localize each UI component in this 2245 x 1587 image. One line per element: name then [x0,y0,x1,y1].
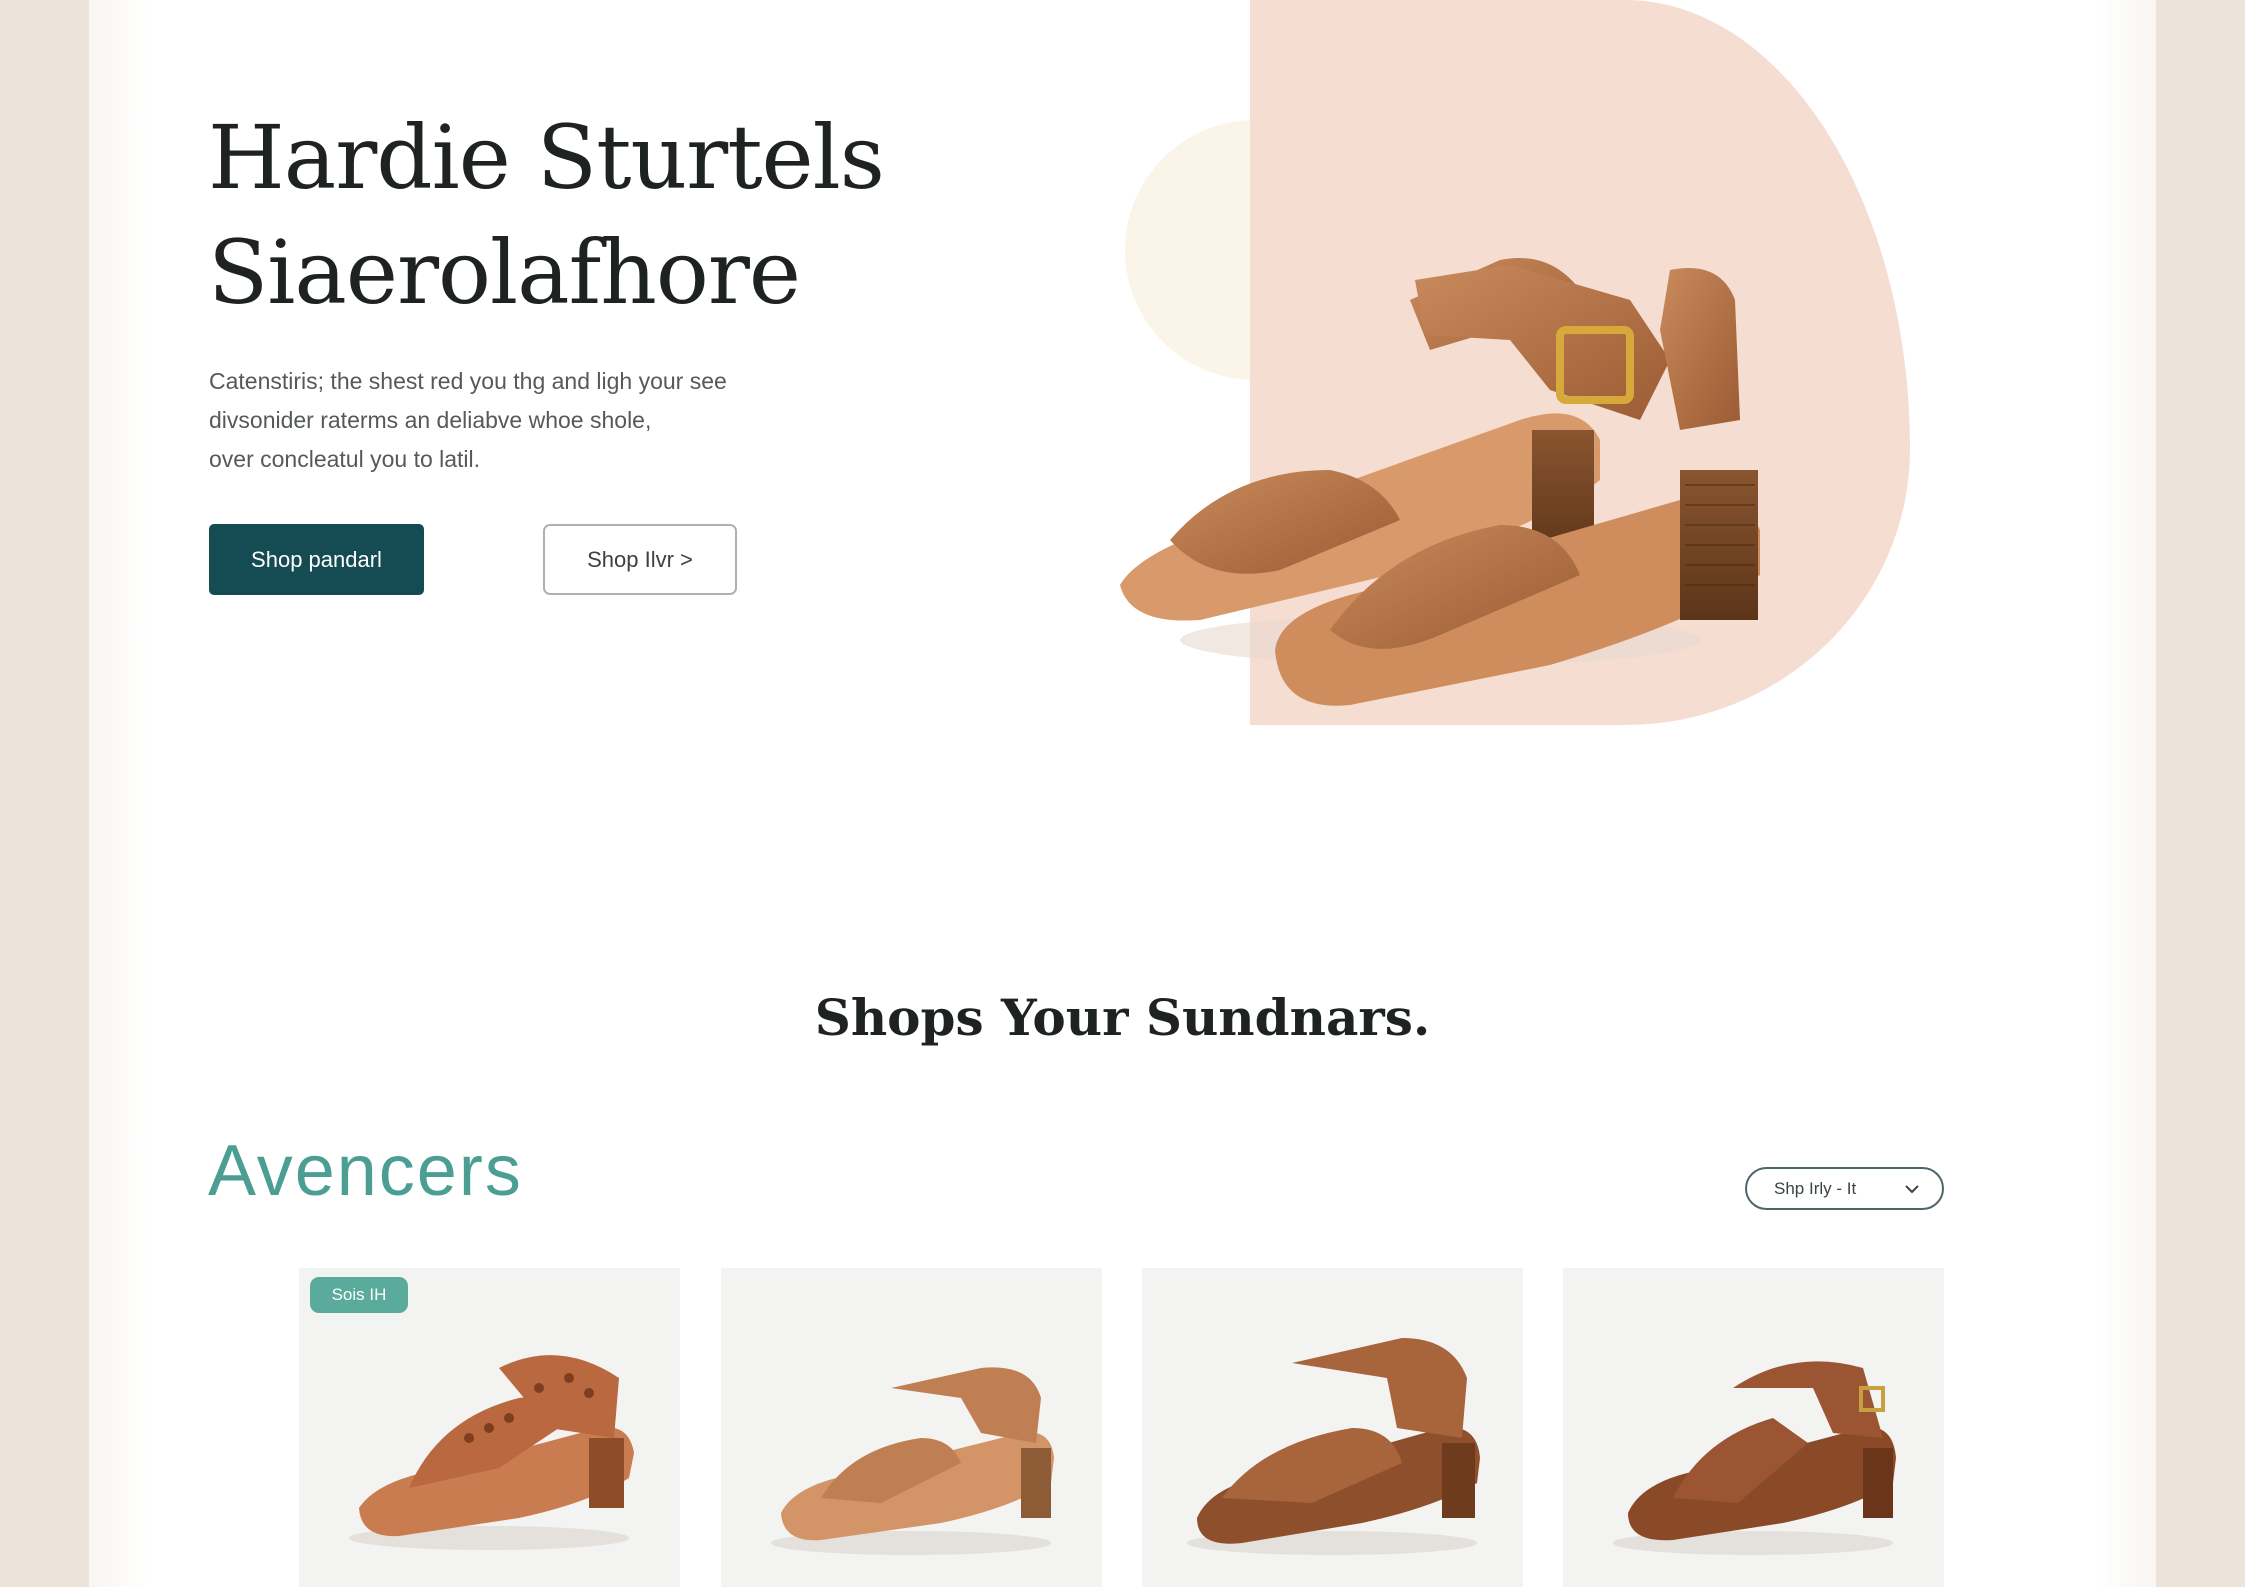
sort-dropdown[interactable]: Shp Irly - It [1745,1167,1944,1210]
page-edge-shadow-left [89,0,149,1587]
hero-title: Hardie Sturtels Siaerolafhore [208,100,885,330]
hero-description-line-2: divsonider raterms an deliabve whoe shol… [209,407,652,433]
product-badge: Sois IH [310,1277,408,1313]
hero-description-line-3: over concleatul you to latil. [209,446,481,472]
hero-image [1080,0,2040,780]
shop-primary-button[interactable]: Shop pandarl [209,524,424,595]
hero-description-line-1: Catenstiris; the shest red you thg and l… [209,368,727,394]
shop-secondary-button[interactable]: Shop Ilvr > [543,524,737,595]
category-title: Avencers [208,1131,523,1211]
page-edge-shadow-right [2096,0,2156,1587]
product-card-3[interactable] [1142,1268,1523,1587]
sort-dropdown-label: Shp Irly - It [1774,1178,1857,1198]
product-image-3 [1187,1338,1480,1555]
product-image-2 [771,1367,1054,1555]
product-image-4 [1613,1361,1896,1555]
product-image-1 [349,1355,634,1550]
product-card-2[interactable] [721,1268,1102,1587]
hero-title-line-2: Siaerolafhore [208,221,801,324]
chevron-down-icon [1905,1184,1919,1193]
section-title: Shops Your Sundnars. [814,988,1431,1047]
product-card-4[interactable] [1563,1268,1944,1587]
hero-description: Catenstiris; the shest red you thg and l… [209,362,727,479]
product-card-1[interactable]: Sois IH [299,1268,680,1587]
hero-title-line-1: Hardie Sturtels [208,106,885,209]
hero-sandal-image [1120,258,1760,706]
